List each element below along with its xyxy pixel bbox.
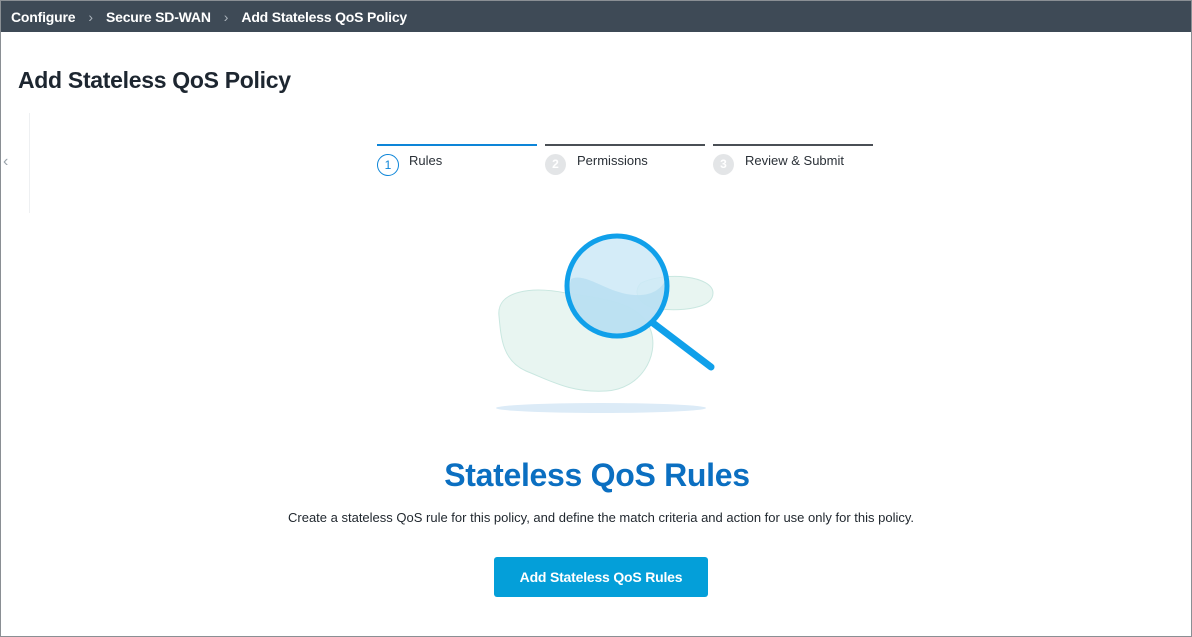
wizard-steps: 1 Rules 2 Permissions 3 Review & Submit	[377, 144, 881, 180]
breadcrumb-current-page: Add Stateless QoS Policy	[241, 8, 408, 25]
sidebar-collapse-toggle[interactable]: ‹	[1, 113, 30, 213]
breadcrumb-configure[interactable]: Configure	[11, 9, 76, 25]
page-title: Add Stateless QoS Policy	[18, 67, 291, 93]
step-label: Rules	[409, 153, 443, 168]
breadcrumb: Configure › Secure SD-WAN › Add Stateles…	[1, 1, 1191, 32]
breadcrumb-secure-sd-wan[interactable]: Secure SD-WAN	[106, 9, 211, 25]
empty-state-title: Stateless QoS Rules	[444, 457, 750, 493]
step-number: 1	[377, 154, 399, 176]
empty-state-description: Create a stateless QoS rule for this pol…	[288, 510, 914, 525]
add-stateless-qos-rules-button[interactable]: Add Stateless QoS Rules	[494, 557, 708, 597]
step-label: Permissions	[577, 153, 648, 168]
empty-state-illustration	[491, 231, 721, 421]
step-permissions[interactable]: 2 Permissions	[545, 144, 705, 180]
chevron-right-icon: ›	[88, 8, 93, 25]
magnifying-glass-icon	[496, 233, 715, 413]
step-number: 2	[545, 154, 566, 175]
step-review-submit[interactable]: 3 Review & Submit	[713, 144, 873, 180]
app-window: Configure › Secure SD-WAN › Add Stateles…	[0, 0, 1192, 637]
chevron-left-icon[interactable]: ‹	[3, 153, 8, 171]
step-rules[interactable]: 1 Rules	[377, 144, 537, 180]
step-number: 3	[713, 154, 734, 175]
chevron-right-icon: ›	[223, 8, 229, 25]
step-label: Review & Submit	[745, 153, 844, 168]
